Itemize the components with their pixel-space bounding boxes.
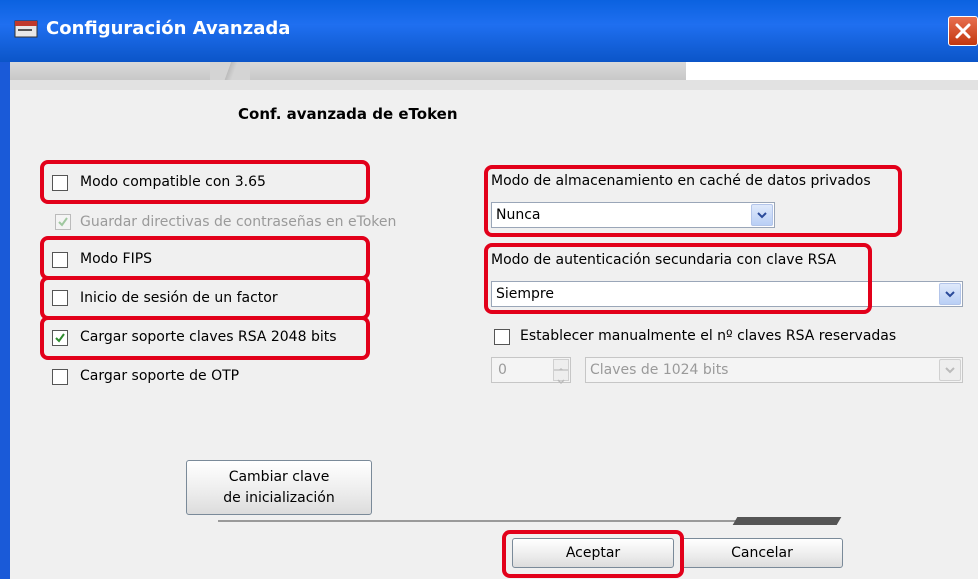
title-bar[interactable]: Configuración Avanzada <box>0 0 978 62</box>
highlight-rsa-2048 <box>40 316 370 360</box>
dialog-window: Configuración Avanzada Conf. avanzada de… <box>0 0 978 579</box>
save-policies-label: Guardar directivas de contraseñas en eTo… <box>80 214 397 230</box>
manual-rsa-label[interactable]: Establecer manualmente el nº claves RSA … <box>520 328 896 344</box>
change-init-key-line2: de inicialización <box>223 490 335 506</box>
spinner-down-icon <box>553 370 569 385</box>
rsa-key-type-select: Claves de 1024 bits <box>585 357 963 383</box>
window-title: Configuración Avanzada <box>46 18 291 39</box>
otp-label[interactable]: Cargar soporte de OTP <box>80 368 239 384</box>
rsa-count-value: 0 <box>498 362 507 378</box>
change-init-key-line1: Cambiar clave <box>228 469 330 485</box>
banner-shadow <box>10 80 978 90</box>
checkmark-icon <box>58 217 68 227</box>
app-window-icon <box>14 20 38 38</box>
rsa-count-stepper: 0 <box>491 357 571 385</box>
highlight-accept <box>502 530 684 578</box>
highlight-secondary-auth <box>484 243 872 314</box>
dropdown-arrow-icon <box>939 359 961 381</box>
otp-checkbox[interactable] <box>52 369 68 385</box>
save-policies-checkbox <box>55 214 71 230</box>
header-banner <box>10 62 686 80</box>
cancel-button[interactable]: Cancelar <box>681 538 843 568</box>
separator-decoration <box>732 517 842 525</box>
banner-decoration <box>210 62 250 80</box>
highlight-cache-mode <box>484 165 902 237</box>
dropdown-arrow-icon[interactable] <box>939 283 961 305</box>
highlight-fips <box>40 236 370 280</box>
section-heading: Conf. avanzada de eToken <box>238 105 458 123</box>
close-icon <box>955 23 971 39</box>
close-button[interactable] <box>948 16 978 46</box>
rsa-key-type-value: Claves de 1024 bits <box>590 362 729 378</box>
highlight-compat-365 <box>40 160 370 204</box>
manual-rsa-checkbox[interactable] <box>494 329 510 345</box>
change-init-key-button[interactable]: Cambiar clave de inicialización <box>186 460 372 515</box>
banner-right <box>686 62 978 80</box>
cancel-label: Cancelar <box>731 545 793 561</box>
spinner-up-icon <box>553 359 569 373</box>
highlight-single-factor <box>40 276 370 320</box>
window-frame-left <box>0 62 10 579</box>
